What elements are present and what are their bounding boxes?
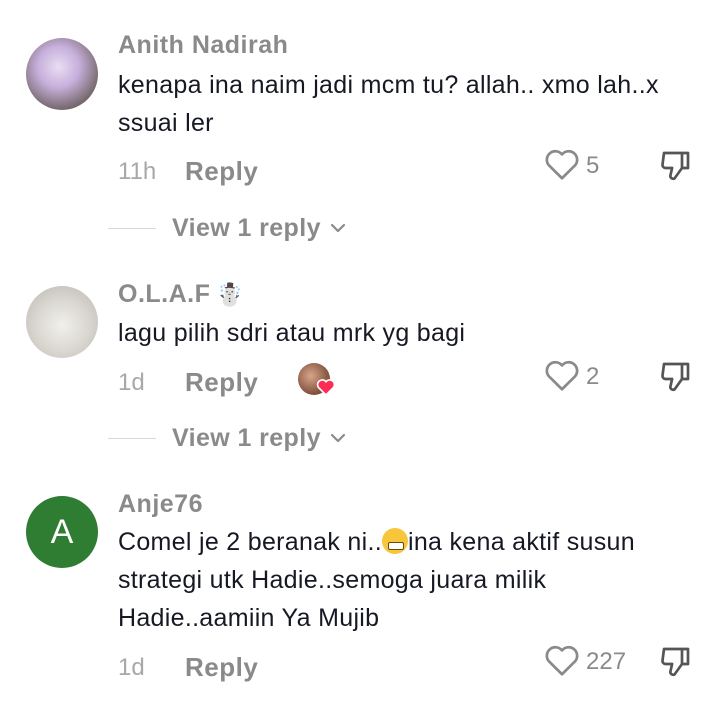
username-text: O.L.A.F [118, 280, 211, 308]
reply-button[interactable]: Reply [185, 367, 258, 398]
avatar[interactable]: A [26, 496, 98, 568]
like-count: 227 [586, 648, 627, 675]
reply-button[interactable]: Reply [185, 156, 258, 187]
reply-button[interactable]: Reply [185, 652, 258, 683]
comment-timestamp: 1d [118, 369, 145, 396]
comment-username[interactable]: O.L.A.F ☃️ [118, 280, 244, 309]
comment-item: A Anje76 Comel je 2 beranak ni.. ina kena… [0, 460, 720, 707]
heart-icon [316, 379, 336, 397]
heart-icon[interactable] [544, 643, 580, 677]
grinning-emoji [381, 528, 408, 554]
like-count: 5 [586, 152, 600, 179]
snowman-emoji: ☃️ [216, 282, 245, 307]
view-replies-button[interactable]: View 1 reply [108, 213, 347, 243]
view-replies-label: View 1 reply [172, 423, 321, 452]
comment-text-part: Comel je 2 beranak ni.. [118, 528, 382, 556]
comment-item: O.L.A.F ☃️ lagu pilih sdri atau mrk yg ba… [0, 250, 720, 460]
avatar[interactable] [26, 38, 98, 110]
heart-icon[interactable] [544, 147, 580, 181]
comment-timestamp: 11h [118, 158, 157, 185]
avatar-initial: A [50, 512, 74, 551]
divider [108, 437, 156, 439]
like-count: 2 [586, 363, 600, 390]
chevron-down-icon [330, 433, 345, 443]
divider [108, 227, 156, 229]
comment-text: kenapa ina naim jadi mcm tu? allah.. xmo… [118, 71, 659, 137]
thumbs-down-icon[interactable] [658, 643, 694, 679]
view-replies-button[interactable]: View 1 reply [108, 423, 347, 453]
comment-username[interactable]: Anje76 [118, 490, 203, 519]
comment-timestamp: 1d [118, 654, 145, 681]
heart-icon[interactable] [544, 358, 580, 392]
chevron-down-icon [330, 223, 345, 233]
avatar[interactable] [26, 286, 98, 358]
comment-item: Anith Nadirah kenapa ina naim jadi mcm t… [0, 0, 720, 250]
thumbs-down-icon[interactable] [658, 147, 694, 183]
thumbs-down-icon[interactable] [658, 358, 694, 394]
comment-text: Comel je 2 beranak ni.. ina kena aktif su… [118, 523, 678, 637]
comment-username[interactable]: Anith Nadirah [118, 31, 288, 60]
view-replies-label: View 1 reply [172, 213, 321, 242]
comment-text: lagu pilih sdri atau mrk yg bagi [118, 319, 466, 347]
